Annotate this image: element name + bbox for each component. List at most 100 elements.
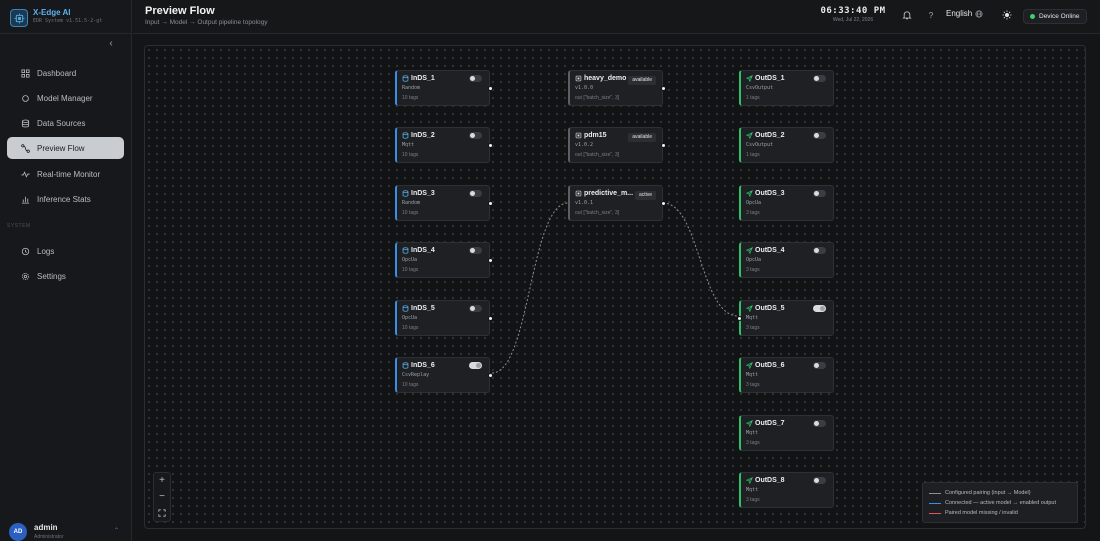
status-badge: available [628,133,656,142]
flow-canvas[interactable]: InDS_1 Random 10 tags InDS_2 Mqtt 10 tag… [144,45,1086,529]
database-icon [402,305,409,312]
sidebar-item-realtime-monitor[interactable]: Real-time Monitor [7,163,124,185]
node-tag-count: 3 tags [746,267,760,273]
node-title: InDS_2 [411,132,435,139]
brand[interactable]: X-Edge AI EDR System v1.51.5-2-gt [8,7,128,29]
sidebar-item-model-manager[interactable]: Model Manager [7,87,124,109]
node-title: InDS_3 [411,190,435,197]
enable-toggle[interactable] [469,75,482,82]
model-output-shape: out ["batch_size", 3] [575,210,620,216]
output-node-outds3[interactable]: OutDS_3 OpcUa 3 tags [739,185,834,221]
enable-toggle[interactable] [469,305,482,312]
output-port[interactable] [488,373,493,378]
sidebar-item-settings[interactable]: Settings [7,265,124,287]
globe-icon [975,9,983,18]
node-type: Random [402,85,421,91]
output-node-outds1[interactable]: OutDS_1 CsvOutput 1 tags [739,70,834,106]
node-type: CsvOutput [746,142,774,148]
output-node-outds2[interactable]: OutDS_2 CsvOutput 1 tags [739,127,834,163]
sidebar-item-inference-stats[interactable]: Inference Stats [7,188,124,210]
node-type: OpcUa [402,315,418,321]
enable-toggle[interactable] [469,362,482,369]
clock-icon [21,247,30,255]
output-port[interactable] [488,316,493,321]
node-tag-count: 10 tags [402,267,419,273]
enable-toggle[interactable] [813,132,826,139]
enable-toggle[interactable] [813,190,826,197]
input-port[interactable] [737,316,742,321]
app-version: EDR System v1.51.5-2-gt [33,18,103,24]
input-node-inds5[interactable]: InDS_5 OpcUa 10 tags [395,300,493,336]
sidebar-section-system: SYSTEM [7,223,31,229]
zoom-controls: + − [153,472,171,522]
output-port[interactable] [661,201,666,206]
user-menu[interactable]: AD admin Administrator ⌃ [0,517,132,541]
language-label: English [946,9,973,18]
node-type: OpcUa [746,200,762,206]
enable-toggle[interactable] [813,75,826,82]
model-output-shape: out ["batch_size", 3] [575,95,620,101]
zoom-out-icon[interactable]: − [154,489,170,505]
node-type: Mqtt [746,315,759,321]
sidebar-item-data-sources[interactable]: Data Sources [7,112,124,134]
output-node-outds8[interactable]: OutDS_8 Mqtt 3 tags [739,472,834,508]
input-node-inds2[interactable]: InDS_2 Mqtt 10 tags [395,127,493,163]
input-node-inds1[interactable]: InDS_1 Random 10 tags [395,70,493,106]
output-port[interactable] [661,143,666,148]
node-type: CsvReplay [402,372,430,378]
zoom-in-icon[interactable]: + [154,473,170,489]
model-node-pdm15[interactable]: pdm15 available v1.0.2 out ["batch_size"… [568,127,666,163]
sidebar-item-preview-flow[interactable]: Preview Flow [7,137,124,159]
sidebar-item-label: Logs [37,246,55,256]
collapse-sidebar-icon[interactable]: ‹ [105,38,117,50]
help-icon[interactable]: ? [925,10,937,22]
enable-toggle[interactable] [469,132,482,139]
model-node-predictive[interactable]: predictive_m... active v1.0.1 out ["batc… [568,185,666,221]
node-type: CsvOutput [746,85,774,91]
output-node-outds5[interactable]: OutDS_5 Mqtt 3 tags [737,300,834,336]
output-node-outds7[interactable]: OutDS_7 Mqtt 3 tags [739,415,834,451]
legend-item: Paired model missing / invalid [929,508,1071,518]
sidebar-item-label: Dashboard [37,68,77,78]
enable-toggle[interactable] [813,247,826,254]
cpu-icon [575,75,582,82]
output-port[interactable] [488,86,493,91]
fit-view-icon[interactable] [154,505,170,521]
database-icon [402,247,409,254]
output-port[interactable] [488,201,493,206]
output-port[interactable] [488,143,493,148]
send-icon [746,362,753,369]
enable-toggle[interactable] [813,362,826,369]
input-node-inds3[interactable]: InDS_3 Random 10 tags [395,185,493,221]
model-version: v1.0.2 [575,142,594,148]
input-node-inds4[interactable]: InDS_4 OpcUa 10 tags [395,242,493,278]
theme-toggle-icon[interactable] [1001,10,1013,22]
bell-icon[interactable] [901,10,913,22]
output-port[interactable] [488,258,493,263]
enable-toggle[interactable] [469,190,482,197]
output-node-outds6[interactable]: OutDS_6 Mqtt 3 tags [739,357,834,393]
node-type: Mqtt [746,372,759,378]
language-selector[interactable]: English [946,9,983,18]
enable-toggle[interactable] [813,305,826,312]
enable-toggle[interactable] [813,420,826,427]
online-dot-icon [1030,14,1035,19]
legend-swatch [929,492,941,494]
database-icon [21,119,30,127]
node-title: OutDS_5 [755,305,785,312]
node-title: OutDS_4 [755,247,785,254]
enable-toggle[interactable] [813,477,826,484]
sidebar-item-dashboard[interactable]: Dashboard [7,62,124,84]
input-node-inds6[interactable]: InDS_6 CsvReplay 10 tags [395,357,493,393]
device-status-badge: Device Online [1023,9,1087,24]
page-title: Preview Flow [145,5,215,17]
node-title: InDS_4 [411,247,435,254]
output-node-outds4[interactable]: OutDS_4 OpcUa 3 tags [739,242,834,278]
sidebar-item-label: Inference Stats [37,194,91,204]
send-icon [746,247,753,254]
model-node-heavy-demo[interactable]: heavy_demo available v1.0.0 out ["batch_… [568,70,666,106]
enable-toggle[interactable] [469,247,482,254]
output-port[interactable] [661,86,666,91]
node-type: OpcUa [746,257,762,263]
sidebar-item-logs[interactable]: Logs [7,240,124,262]
